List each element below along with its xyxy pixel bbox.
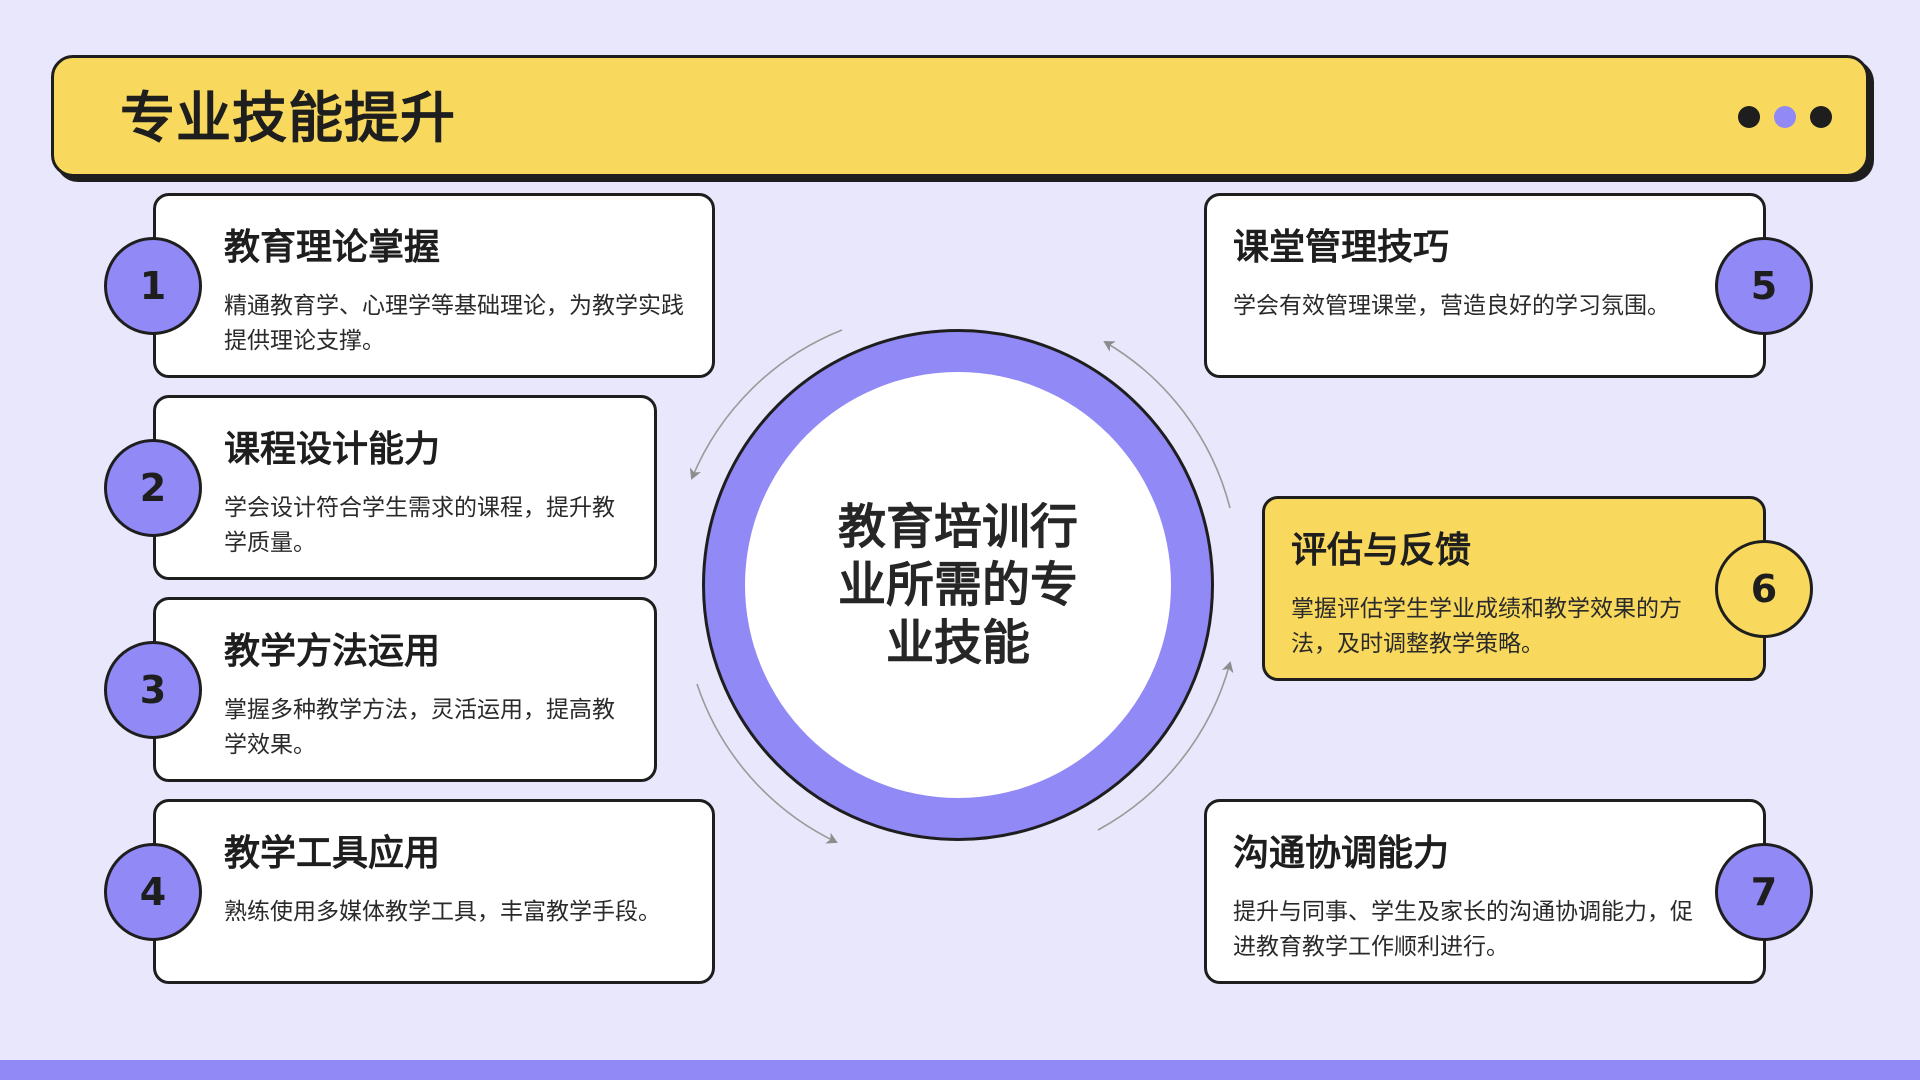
- center-circle: 教育培训行业所需的专业技能: [702, 329, 1214, 841]
- center-label: 教育培训行业所需的专业技能: [837, 499, 1078, 671]
- center-inner-circle: 教育培训行业所需的专业技能: [745, 372, 1171, 798]
- bottom-bar: [0, 1060, 1920, 1080]
